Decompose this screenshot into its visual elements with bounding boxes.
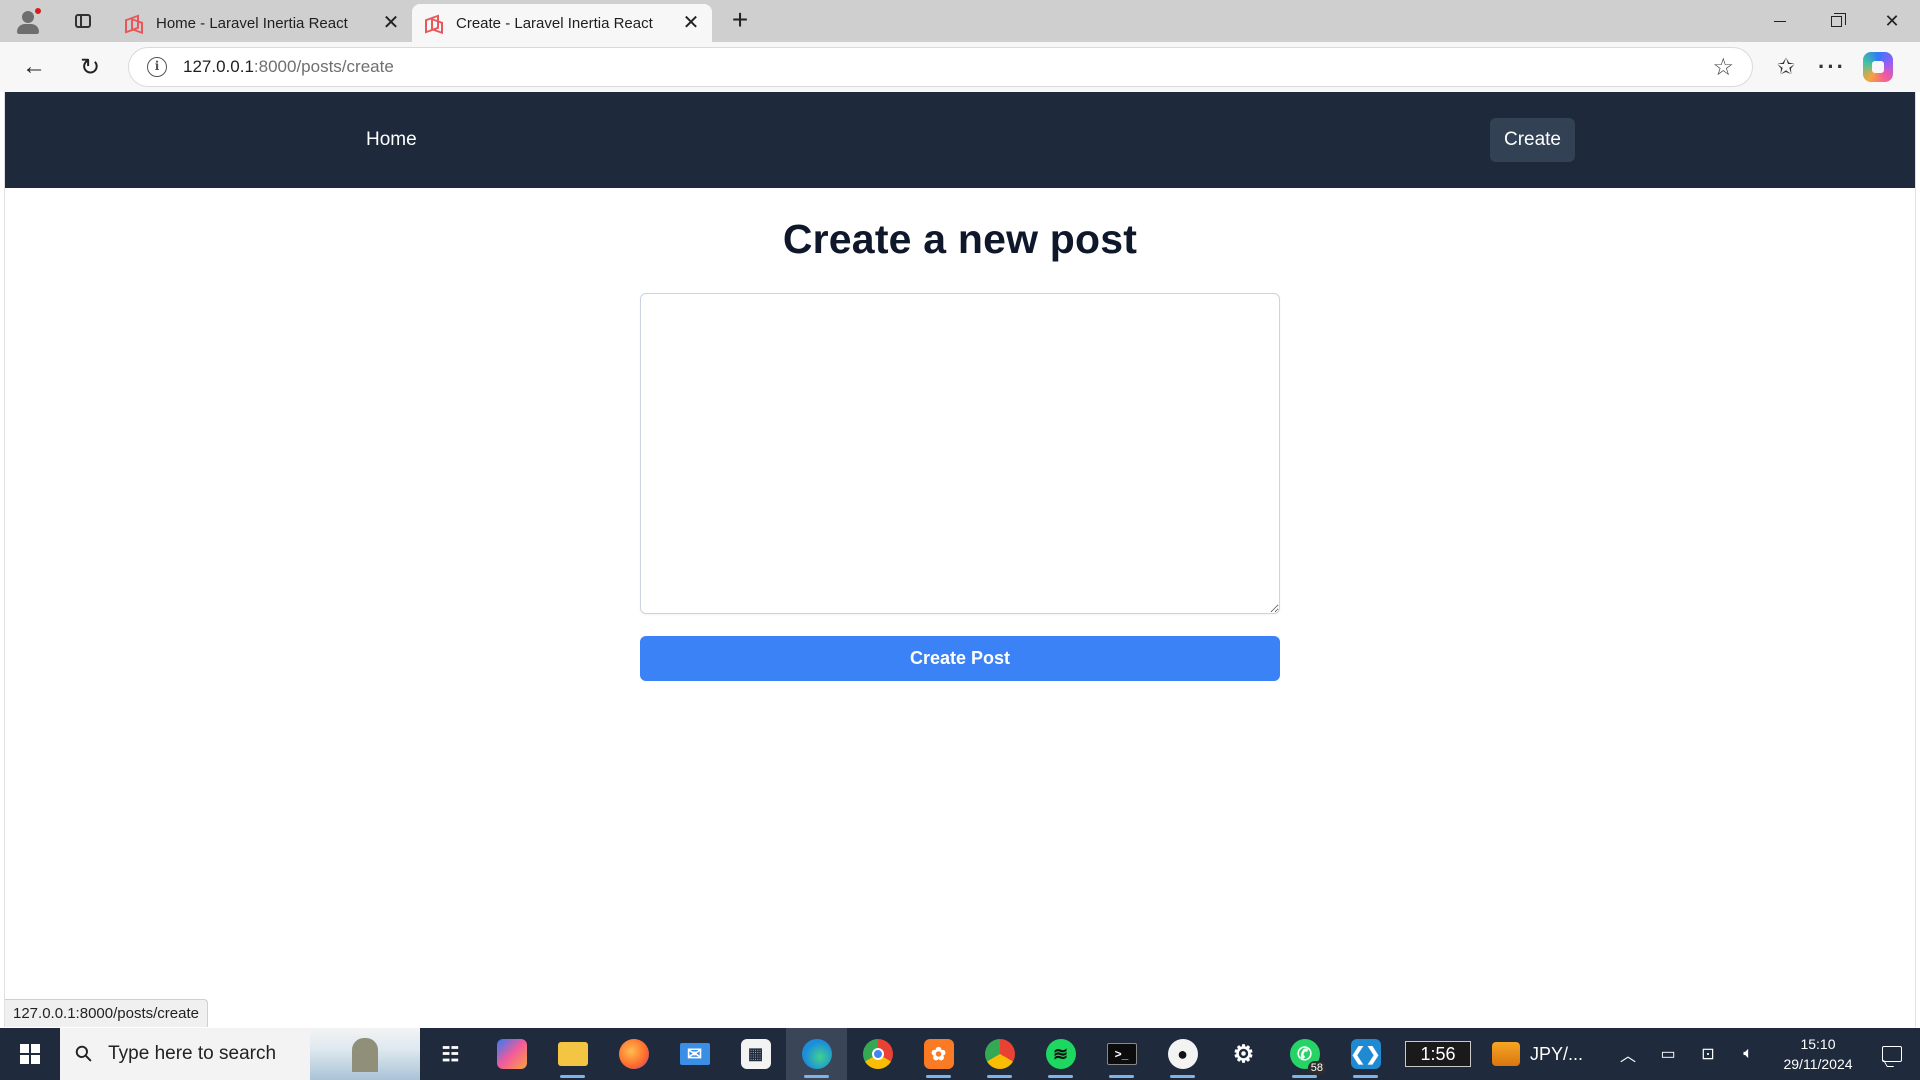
url-host: 127.0.0.1 bbox=[183, 57, 254, 76]
vscode-icon[interactable]: ❮❯ bbox=[1335, 1028, 1396, 1080]
laravel-favicon-icon bbox=[424, 14, 442, 32]
tab-actions-icon[interactable] bbox=[66, 4, 100, 38]
reload-button[interactable]: ↻ bbox=[70, 47, 110, 87]
whatsapp-badge: 58 bbox=[1307, 1061, 1326, 1075]
window-controls: ✕ bbox=[1752, 0, 1920, 42]
new-tab-button[interactable]: + bbox=[722, 3, 758, 39]
battery-icon[interactable]: ▭ bbox=[1648, 1044, 1688, 1064]
chevron-up-icon[interactable]: ︿ bbox=[1608, 1042, 1648, 1066]
chrome-icon[interactable] bbox=[847, 1028, 908, 1080]
windows-logo-icon bbox=[20, 1044, 40, 1064]
firefox-icon[interactable] bbox=[603, 1028, 664, 1080]
clock-date: 29/11/2024 bbox=[1783, 1056, 1853, 1072]
terminal-icon[interactable]: >_ bbox=[1091, 1028, 1152, 1080]
copilot-icon[interactable] bbox=[481, 1028, 542, 1080]
url-path: :8000/posts/create bbox=[253, 57, 394, 76]
favorites-icon[interactable]: ✩ bbox=[1763, 47, 1809, 87]
favorite-star-icon[interactable]: ☆ bbox=[1712, 53, 1734, 82]
back-button[interactable]: ← bbox=[14, 47, 54, 87]
create-post-form: Create Post bbox=[640, 293, 1280, 681]
task-view-icon[interactable]: ☷ bbox=[420, 1028, 481, 1080]
spotify-icon[interactable]: ≋ bbox=[1030, 1028, 1091, 1080]
notification-icon[interactable] bbox=[1864, 1046, 1920, 1062]
copilot-icon[interactable] bbox=[1863, 52, 1893, 82]
start-button[interactable] bbox=[0, 1028, 60, 1080]
taskbar-search[interactable]: ⚲ Type here to search bbox=[60, 1028, 420, 1080]
search-highlight-image bbox=[310, 1028, 420, 1080]
laravel-favicon-icon bbox=[124, 14, 142, 32]
clock-time: 15:10 bbox=[1800, 1036, 1836, 1052]
browser-toolbar: ← ↻ i 127.0.0.1:8000/posts/create ☆ ✩ ··… bbox=[0, 42, 1920, 92]
status-bar-url: 127.0.0.1:8000/posts/create bbox=[5, 999, 208, 1027]
page-viewport: Home Create Create a new post Create Pos… bbox=[4, 92, 1916, 1027]
restore-button[interactable] bbox=[1808, 0, 1864, 42]
edge-icon[interactable] bbox=[786, 1028, 847, 1080]
profile-icon[interactable] bbox=[10, 4, 44, 38]
address-bar[interactable]: i 127.0.0.1:8000/posts/create ☆ bbox=[128, 47, 1753, 87]
timer-pill: 1:56 bbox=[1405, 1041, 1471, 1067]
stock-widget[interactable]: JPY/... bbox=[1492, 1042, 1583, 1066]
post-body-textarea[interactable] bbox=[640, 293, 1280, 614]
mail-icon[interactable]: ✉ bbox=[664, 1028, 725, 1080]
volume-icon[interactable]: 🔈︎ bbox=[1728, 1045, 1768, 1063]
close-window-button[interactable]: ✕ bbox=[1864, 0, 1920, 42]
tab-title: Create - Laravel Inertia React bbox=[456, 14, 653, 32]
settings-icon[interactable]: ⚙ bbox=[1213, 1028, 1274, 1080]
xampp-icon[interactable]: ✿ bbox=[908, 1028, 969, 1080]
chrome-profile-icon[interactable] bbox=[969, 1028, 1030, 1080]
tab-title: Home - Laravel Inertia React bbox=[156, 14, 348, 32]
minimize-button[interactable] bbox=[1752, 0, 1808, 42]
windows-taskbar: ⚲ Type here to search ☷ ✉ ▦ ✿ ≋ >_ ● ⚙ ✆… bbox=[0, 1028, 1920, 1080]
system-tray: ︿ ▭ ⊡ 🔈︎ 15:10 29/11/2024 bbox=[1608, 1028, 1920, 1080]
close-tab-icon[interactable]: ✕ bbox=[380, 12, 402, 34]
whatsapp-icon[interactable]: ✆ 58 bbox=[1274, 1028, 1335, 1080]
store-icon[interactable]: ▦ bbox=[725, 1028, 786, 1080]
clock[interactable]: 15:10 29/11/2024 bbox=[1772, 1034, 1864, 1074]
nav-home-link[interactable]: Home bbox=[360, 119, 423, 161]
close-tab-icon[interactable]: ✕ bbox=[680, 12, 702, 34]
app-navbar: Home Create bbox=[5, 92, 1915, 188]
currency-icon bbox=[1492, 1042, 1520, 1066]
timer-widget[interactable]: 1:56 bbox=[1396, 1028, 1480, 1080]
tab-create[interactable]: Create - Laravel Inertia React ✕ bbox=[412, 4, 712, 42]
nav-create-link[interactable]: Create bbox=[1489, 118, 1575, 162]
search-placeholder: Type here to search bbox=[108, 1043, 277, 1064]
file-explorer-icon[interactable] bbox=[542, 1028, 603, 1080]
page-title: Create a new post bbox=[782, 216, 1138, 262]
more-menu-icon[interactable]: ··· bbox=[1809, 47, 1855, 87]
taskbar-apps: ☷ ✉ ▦ ✿ ≋ >_ ● ⚙ ✆ 58 ❮❯ 1:56 bbox=[420, 1028, 1480, 1080]
create-post-button[interactable]: Create Post bbox=[640, 636, 1280, 681]
ticker-label: JPY/... bbox=[1530, 1043, 1584, 1064]
site-info-icon[interactable]: i bbox=[147, 57, 167, 77]
address-url[interactable]: 127.0.0.1:8000/posts/create bbox=[183, 57, 1712, 77]
github-desktop-icon[interactable]: ● bbox=[1152, 1028, 1213, 1080]
browser-tab-strip: Home - Laravel Inertia React ✕ Create - … bbox=[0, 0, 1920, 42]
meet-icon[interactable]: ⊡ bbox=[1688, 1044, 1728, 1064]
tab-home[interactable]: Home - Laravel Inertia React ✕ bbox=[112, 4, 412, 42]
search-icon: ⚲ bbox=[69, 1039, 99, 1069]
